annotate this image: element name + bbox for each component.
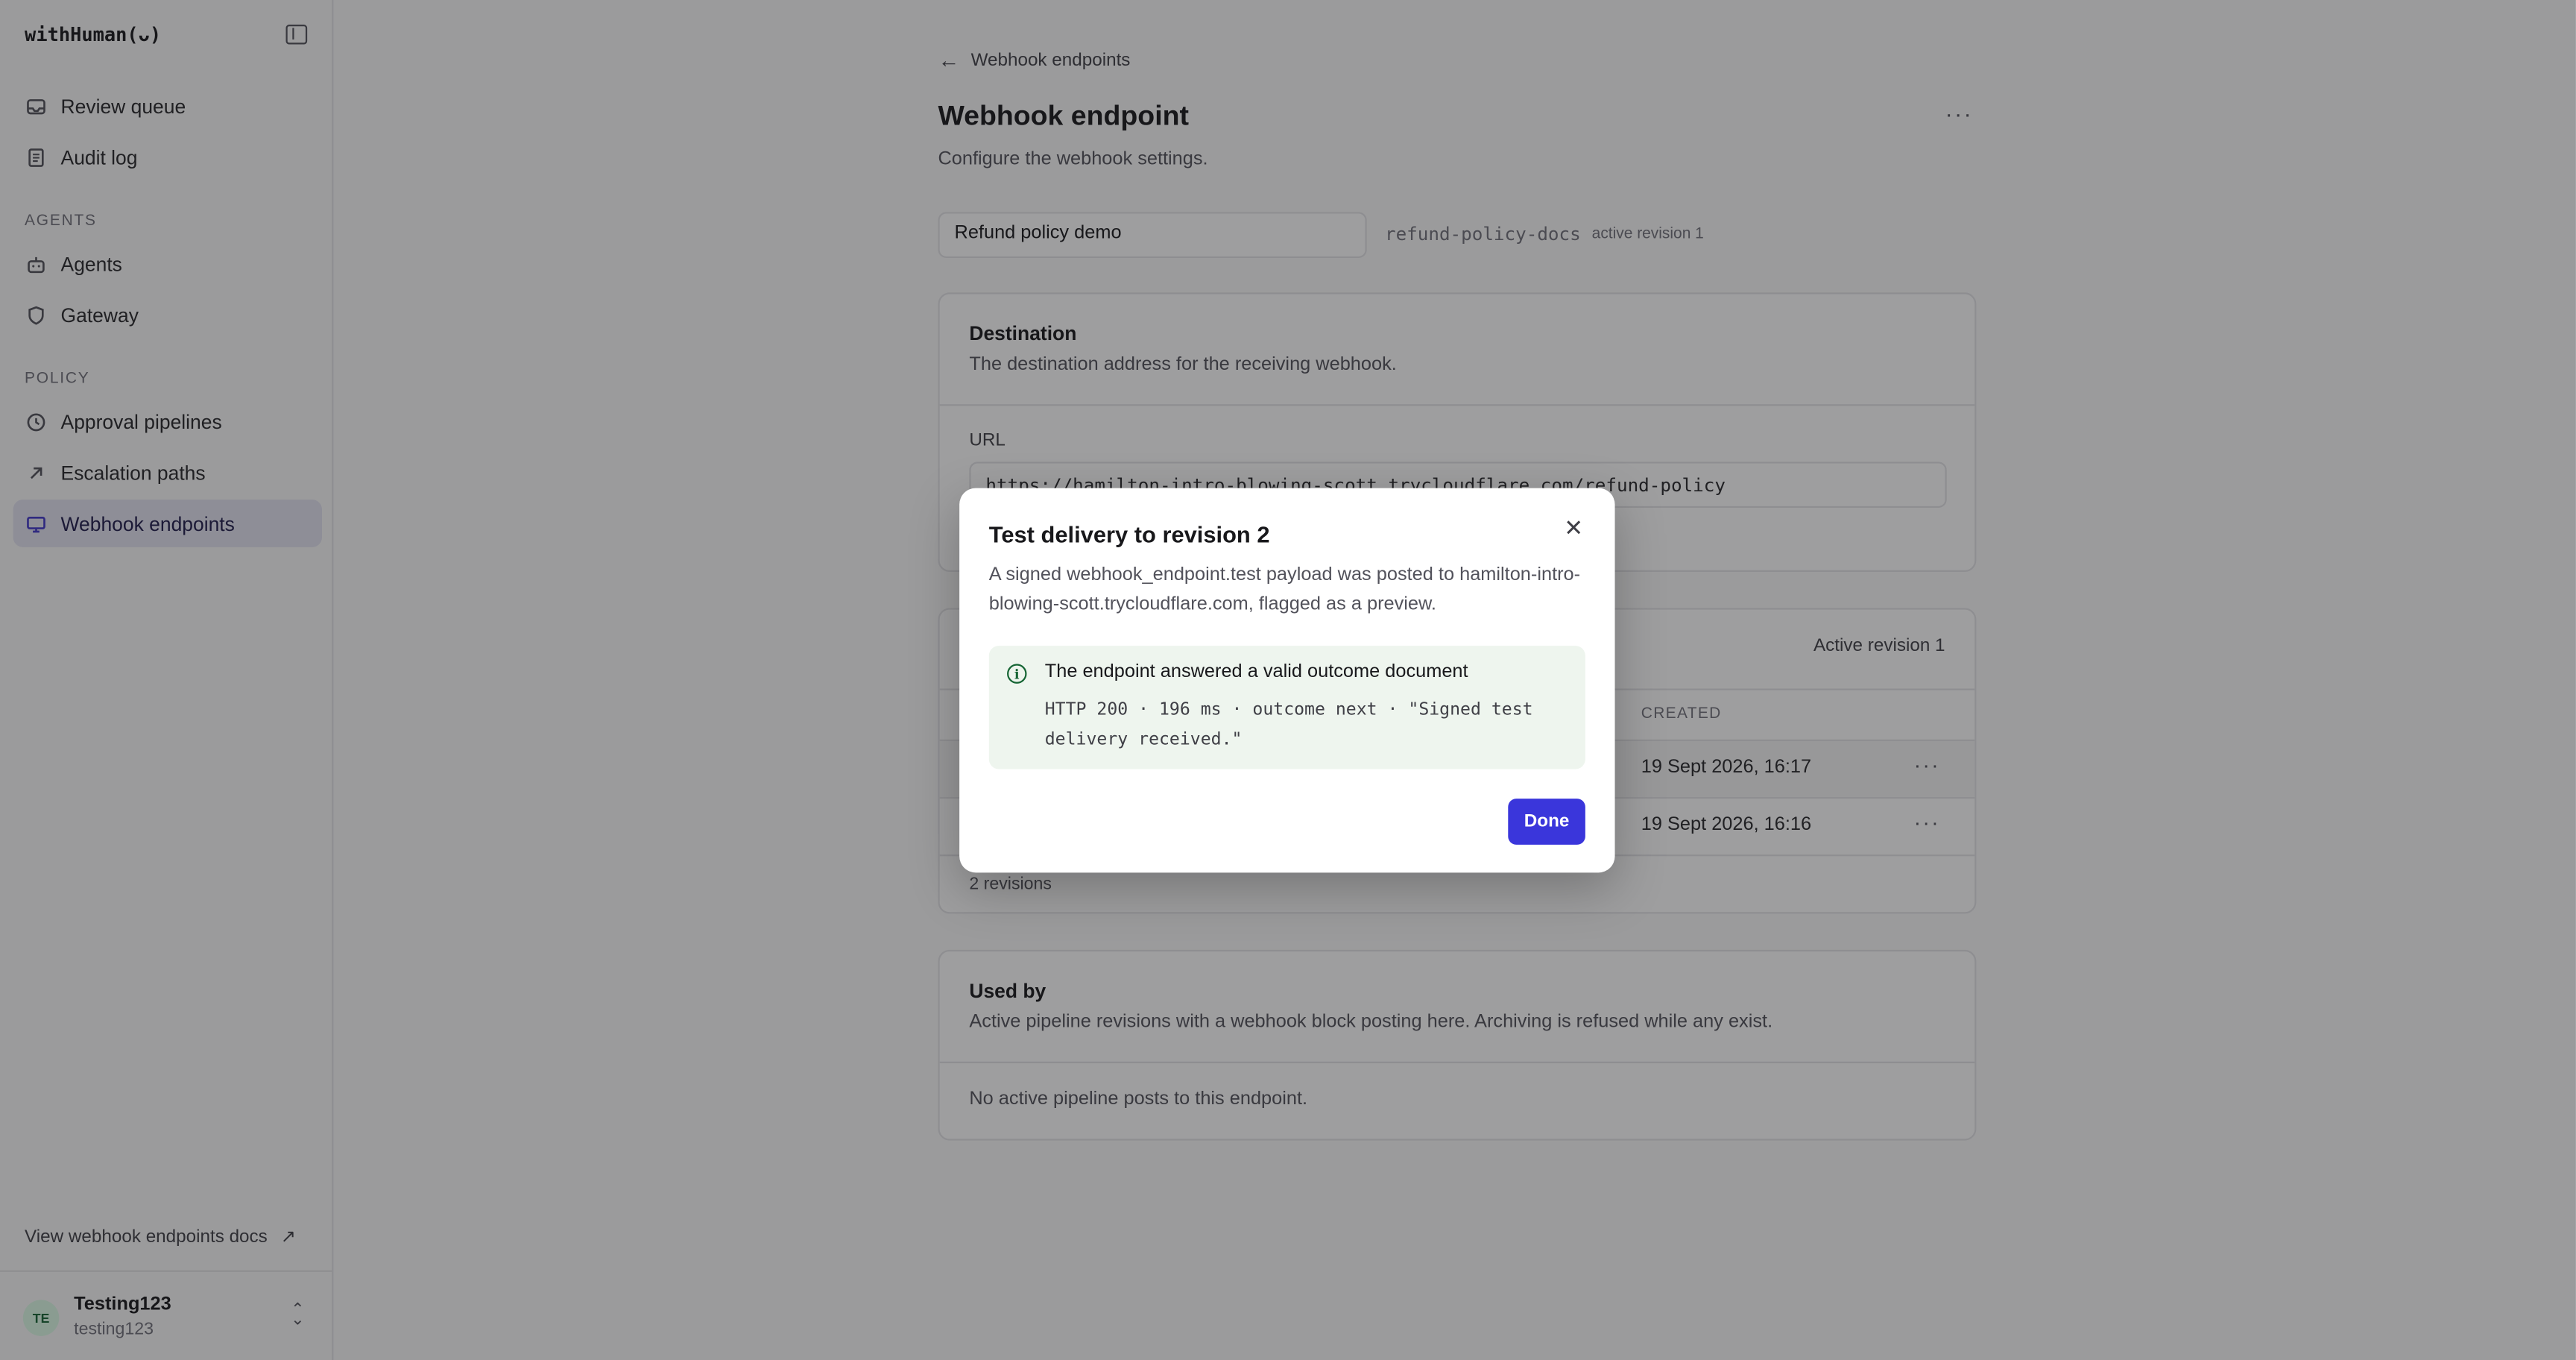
dialog-description: A signed webhook_endpoint.test payload w…	[988, 565, 1581, 615]
success-alert: i The endpoint answered a valid outcome …	[988, 646, 1585, 769]
alert-body: HTTP 200 · 196 ms · outcome next · "Sign…	[1044, 699, 1533, 750]
info-icon: i	[1007, 664, 1027, 684]
done-button[interactable]: Done	[1508, 799, 1585, 845]
app-root: withHuman(ᴗ) Review queue Audit log AGEN…	[0, 0, 2576, 1360]
dialog-title: Test delivery to revision 2	[988, 520, 1270, 547]
alert-title: The endpoint answered a valid outcome do…	[1044, 662, 1468, 682]
close-icon[interactable]: ✕	[1564, 514, 1583, 542]
test-delivery-dialog: Test delivery to revision 2 ✕ A signed w…	[959, 488, 1615, 873]
